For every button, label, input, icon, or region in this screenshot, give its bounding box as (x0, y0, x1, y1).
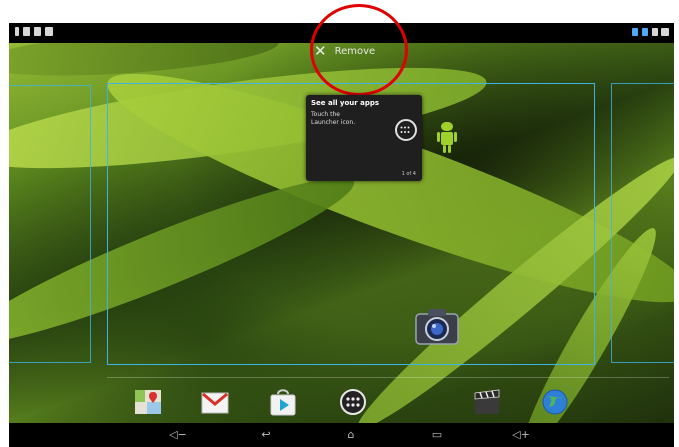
bluetooth-icon (632, 28, 638, 36)
volume-down-icon[interactable]: ◁− (167, 427, 189, 443)
download-icon (45, 27, 53, 36)
clock (661, 28, 669, 36)
launcher-cling: See all your apps Touch the Launcher ico… (306, 95, 422, 181)
play-store-icon[interactable] (268, 388, 298, 416)
home-icon[interactable]: ⌂ (340, 427, 362, 443)
cling-title: See all your apps (311, 99, 380, 107)
gmail-icon[interactable] (200, 388, 230, 416)
camera-app-icon[interactable] (414, 306, 460, 348)
adjacent-panel-right[interactable] (611, 83, 674, 363)
video-icon[interactable] (472, 388, 502, 416)
volume-up-icon[interactable]: ◁+ (510, 427, 532, 443)
browser-icon[interactable] (540, 388, 570, 416)
screenshot-icon (23, 27, 30, 36)
battery-icon (652, 28, 658, 36)
notification-icon (15, 27, 19, 36)
remove-label: Remove (334, 45, 376, 57)
remove-drop-target[interactable]: ✕ Remove (314, 36, 404, 66)
adjacent-panel-left[interactable] (9, 85, 91, 363)
dock-divider (107, 377, 669, 378)
android-notification-icon (34, 27, 41, 36)
back-icon[interactable]: ↩ (255, 427, 277, 443)
cling-page-indicator: 1 of 4 (401, 171, 416, 177)
all-apps-icon[interactable] (338, 388, 368, 416)
maps-icon[interactable] (133, 388, 163, 416)
android-robot-icon (437, 122, 457, 153)
close-icon: ✕ (314, 41, 327, 60)
grid-dots-icon (400, 126, 410, 133)
recent-apps-icon[interactable]: ▭ (426, 427, 448, 443)
wifi-icon (642, 28, 648, 36)
cling-body: Touch the Launcher icon. (311, 111, 356, 126)
